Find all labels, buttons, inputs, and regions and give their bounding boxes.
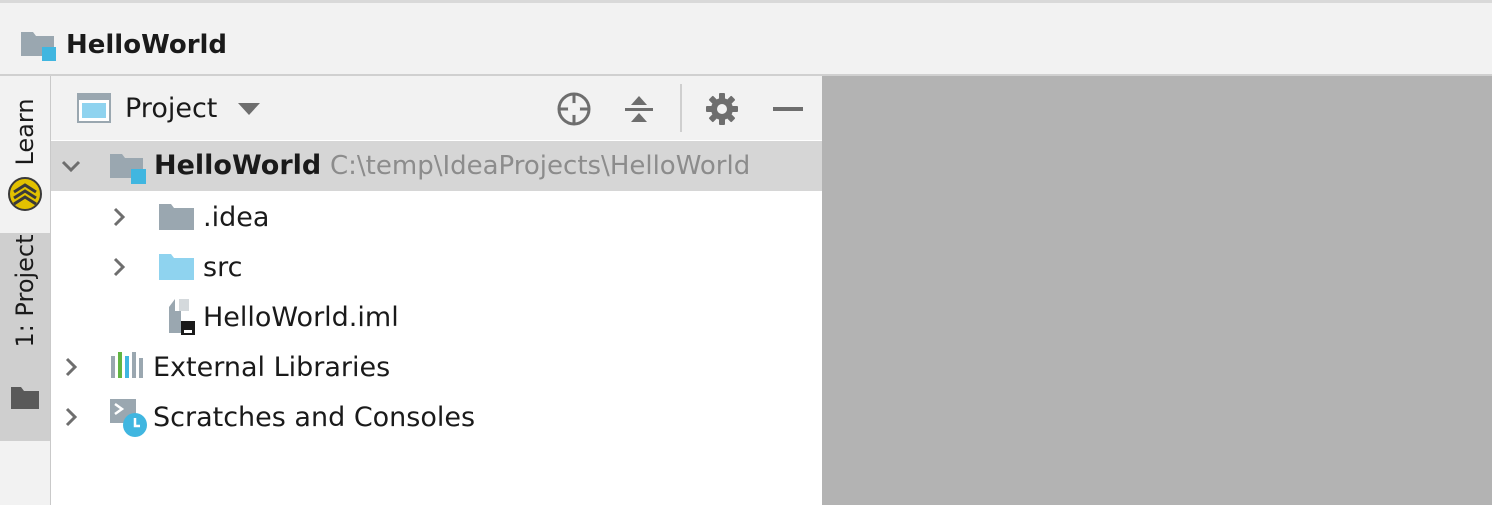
- tree-item-label: src: [203, 252, 243, 283]
- tree-row-src[interactable]: src: [51, 243, 822, 293]
- minimize-icon: [773, 107, 803, 111]
- learn-tool-button[interactable]: Learn: [0, 76, 50, 232]
- chevron-down-icon[interactable]: [60, 155, 82, 177]
- collapse-all-button[interactable]: [619, 89, 659, 129]
- tree-row-iml[interactable]: HelloWorld.iml: [51, 293, 822, 343]
- source-folder-icon: [159, 254, 194, 280]
- project-icon: [21, 32, 56, 61]
- project-panel: Project HelloWorld C:\temp\IdeaProjects\…: [51, 76, 822, 505]
- gear-icon: [706, 93, 738, 125]
- chevron-right-icon[interactable]: [108, 206, 130, 228]
- hide-panel-button[interactable]: [768, 89, 808, 129]
- settings-button[interactable]: [702, 89, 742, 129]
- title-bar: HelloWorld: [0, 0, 1492, 76]
- view-selector-dropdown[interactable]: Project: [125, 92, 217, 126]
- editor-area[interactable]: [822, 76, 1492, 505]
- tree-item-label: HelloWorld.iml: [203, 302, 399, 333]
- tree-row-idea[interactable]: .idea: [51, 193, 822, 243]
- locate-file-button[interactable]: [554, 89, 594, 129]
- caret-down-icon[interactable]: [237, 102, 261, 116]
- tree-item-label: .idea: [203, 202, 270, 233]
- tree-item-label: External Libraries: [153, 352, 391, 383]
- tree-row-external-libraries[interactable]: External Libraries: [51, 343, 822, 393]
- project-tool-button[interactable]: 1: Project: [0, 233, 50, 441]
- folder-icon: [11, 387, 39, 409]
- iml-file-icon: [169, 299, 195, 335]
- ide-window: HelloWorld Learn 1: Project Project Hell…: [0, 0, 1492, 505]
- tree-item-label: Scratches and Consoles: [153, 402, 476, 433]
- collapse-all-icon: [625, 96, 653, 122]
- chevron-right-icon[interactable]: [108, 256, 130, 278]
- header-separator: [680, 84, 682, 132]
- project-view-icon: [77, 93, 111, 123]
- project-path: C:\temp\IdeaProjects\HelloWorld: [330, 151, 751, 181]
- crosshair-icon: [557, 92, 591, 126]
- left-tool-strip: Learn 1: Project: [0, 76, 51, 505]
- project-strip-label: 1: Project: [11, 234, 39, 348]
- libraries-icon: [111, 352, 143, 378]
- tree-item-label: HelloWorld: [154, 150, 322, 181]
- chevron-right-icon[interactable]: [60, 356, 82, 378]
- chevron-right-icon[interactable]: [60, 406, 82, 428]
- folder-icon: [159, 204, 194, 230]
- learn-label: Learn: [11, 98, 39, 166]
- module-folder-icon: [110, 154, 146, 184]
- rank-chevron-icon: [8, 177, 42, 211]
- project-title[interactable]: HelloWorld: [66, 29, 227, 61]
- scratches-icon: [110, 399, 147, 437]
- project-panel-header: Project: [51, 76, 822, 140]
- tree-row-project-root[interactable]: HelloWorld C:\temp\IdeaProjects\HelloWor…: [51, 141, 822, 191]
- tree-row-scratches[interactable]: Scratches and Consoles: [51, 393, 822, 443]
